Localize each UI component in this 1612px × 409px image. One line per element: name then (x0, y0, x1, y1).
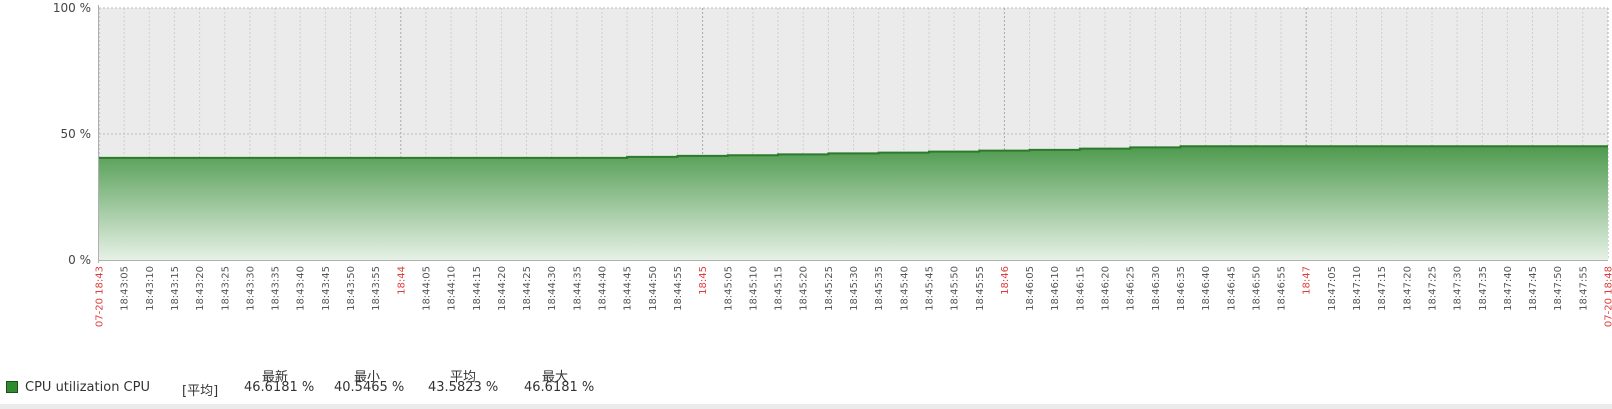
x-tick-label: 18:43:10 (145, 266, 156, 311)
x-tick-label: 18:46:50 (1251, 266, 1262, 311)
x-axis: 07-20 18:43 18:43:05 18:43:10 18:43:15 18:43… (95, 260, 1612, 327)
x-tick-label: 18:47:15 (1377, 266, 1388, 311)
y-tick-label: 50 % (61, 127, 92, 141)
y-tick-label: 0 % (68, 253, 91, 267)
bottom-scroll-bar (0, 404, 1612, 409)
x-tick-label: 18:44:55 (673, 266, 684, 311)
x-tick-label: 18:43:40 (296, 266, 307, 311)
legend-item-function: [平均] (182, 384, 219, 399)
x-tick-label: 18:44:25 (522, 266, 533, 311)
x-tick-label: 18:46:40 (1201, 266, 1212, 311)
x-tick-label: 18:44:40 (598, 266, 609, 311)
legend: CPU utilization CPU [平均] 最新 最小 平均 最大 46.… (0, 368, 1612, 402)
x-tick-label: 18:43:55 (371, 266, 382, 311)
x-tick-label: 18:47:45 (1528, 266, 1539, 311)
legend-item-name: CPU utilization CPU (25, 380, 150, 395)
x-tick-label: 18:43:15 (170, 266, 181, 311)
x-tick-label: 18:46:20 (1101, 266, 1112, 311)
legend-value-min: 40.5465 % (334, 380, 405, 395)
x-tick-label: 18:47:05 (1327, 266, 1338, 311)
x-tick-label: 18:46:05 (1025, 266, 1036, 311)
x-tick-label: 18:45:55 (975, 266, 986, 311)
series-area-cpu (99, 146, 1608, 260)
y-axis: 0 % 50 % 100 % (53, 1, 99, 267)
legend-value-avg: 43.5823 % (428, 380, 499, 395)
x-tick-label: 18:47:20 (1402, 266, 1413, 311)
x-tick-label: 18:45:45 (925, 266, 936, 311)
x-tick-label: 07-20 18:48 (1604, 266, 1612, 327)
x-tick-label: 18:46:35 (1176, 266, 1187, 311)
x-tick-label: 18:45:05 (723, 266, 734, 311)
legend-color-swatch (6, 381, 18, 393)
x-tick-label: 18:45:15 (774, 266, 785, 311)
x-tick-label: 07-20 18:43 (95, 266, 106, 327)
series-layer (99, 145, 1608, 260)
cpu-utilization-chart: 0 % 50 % 100 % 07-20 18:43 18:43:05 18:43:10… (53, 1, 1612, 327)
x-tick-label: 18:47:50 (1553, 266, 1564, 311)
x-tick-label: 18:43:35 (271, 266, 282, 311)
x-tick-label: 18:43:05 (120, 266, 131, 311)
legend-value-last: 46.6181 % (244, 380, 315, 395)
x-tick-label: 18:45:25 (824, 266, 835, 311)
x-tick-label: 18:46:25 (1126, 266, 1137, 311)
x-tick-label: 18:44:20 (497, 266, 508, 311)
x-tick-label: 18:47:10 (1352, 266, 1363, 311)
x-tick-label: 18:44:10 (447, 266, 458, 311)
x-tick-label: 18:43:20 (195, 266, 206, 311)
x-tick-label: 18:44:50 (648, 266, 659, 311)
x-tick-label: 18:45:20 (799, 266, 810, 311)
x-tick-label: 18:43:45 (321, 266, 332, 311)
x-tick-label: 18:44:45 (623, 266, 634, 311)
y-tick-label: 100 % (53, 1, 91, 15)
x-tick-label: 18:46 (1000, 266, 1011, 295)
x-tick-label: 18:47:35 (1478, 266, 1489, 311)
x-tick-label: 18:47:30 (1453, 266, 1464, 311)
x-tick-label: 18:45:50 (950, 266, 961, 311)
x-tick-label: 18:47 (1302, 266, 1313, 295)
x-tick-label: 18:45:40 (899, 266, 910, 311)
x-tick-label: 18:44:15 (472, 266, 483, 311)
x-tick-label: 18:46:10 (1050, 266, 1061, 311)
x-tick-label: 18:46:30 (1151, 266, 1162, 311)
x-tick-label: 18:47:55 (1578, 266, 1589, 311)
x-tick-label: 18:45:10 (748, 266, 759, 311)
x-tick-label: 18:43:25 (220, 266, 231, 311)
x-tick-label: 18:43:50 (346, 266, 357, 311)
x-tick-label: 18:44:30 (547, 266, 558, 311)
x-tick-label: 18:45:35 (874, 266, 885, 311)
x-tick-label: 18:47:40 (1503, 266, 1514, 311)
x-tick-label: 18:44 (396, 266, 407, 295)
x-tick-label: 18:46:45 (1226, 266, 1237, 311)
x-tick-label: 18:47:25 (1428, 266, 1439, 311)
x-tick-label: 18:46:15 (1075, 266, 1086, 311)
x-tick-label: 18:45:30 (849, 266, 860, 311)
x-tick-label: 18:44:05 (421, 266, 432, 311)
x-tick-label: 18:45 (698, 266, 709, 295)
x-tick-label: 18:43:30 (245, 266, 256, 311)
legend-value-max: 46.6181 % (524, 380, 595, 395)
x-tick-label: 18:46:55 (1277, 266, 1288, 311)
x-tick-label: 18:44:35 (572, 266, 583, 311)
